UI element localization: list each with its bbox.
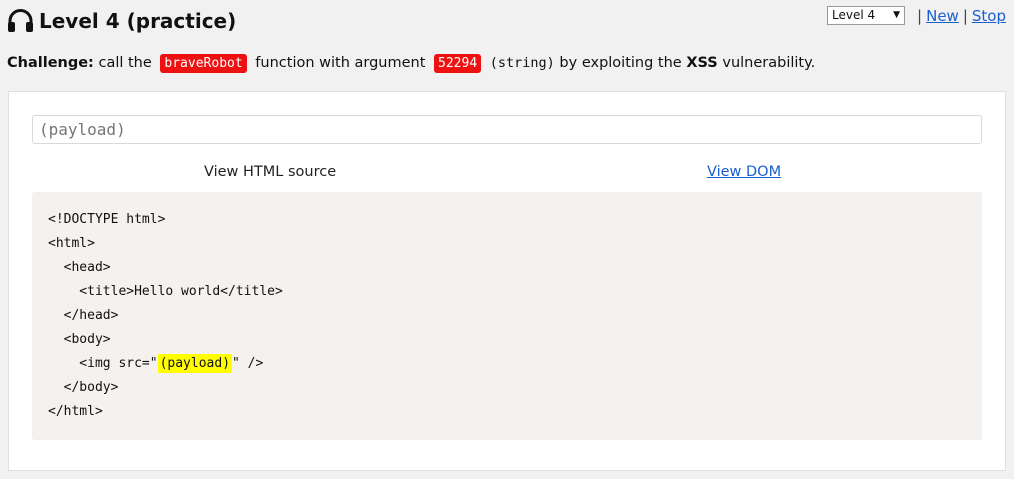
code-line: <html> [48,236,95,251]
argument-badge: 52294 [434,53,482,73]
separator: | [962,6,968,25]
challenge-label: Challenge: [7,55,94,71]
challenge-text: call the [93,55,157,71]
code-text: " /> [232,356,264,371]
challenge-text: function with argument [250,55,431,71]
headphones-icon [8,9,33,32]
level-select[interactable]: Level 4 ▼ [827,6,906,25]
code-line: <img src=" (payload) " /> [48,352,982,376]
code-line: </head> [48,308,119,323]
challenge-description: Challenge: call the braveRobot function … [7,52,815,74]
challenge-text: by exploiting the [554,55,687,71]
page-title: Level 4 (practice) [39,9,237,33]
page-header: Level 4 (practice) [7,5,236,37]
tab-html-source[interactable]: View HTML source [204,164,336,180]
code-line: <body> [48,332,111,347]
code-line: <!DOCTYPE html> [48,212,166,227]
new-link[interactable]: New [926,7,959,25]
argument-type: (string) [489,55,555,71]
code-line: <head> [48,260,111,275]
payload-input[interactable] [32,115,982,144]
payload-highlight: (payload) [157,354,233,373]
code-line: </body> [48,380,119,395]
level-select-value: Level 4 [832,8,876,22]
function-name-badge: braveRobot [160,53,247,73]
code-text: <img src=" [48,356,158,371]
tab-dom[interactable]: View DOM [707,164,781,180]
vulnerability-name: XSS [686,55,718,71]
html-source-view: <!DOCTYPE html> <html> <head> <title>Hel… [32,192,982,440]
challenge-panel: View HTML source View DOM <!DOCTYPE html… [8,91,1006,471]
code-line: <title>Hello world</title> [48,284,283,299]
challenge-text: vulnerability. [717,55,816,71]
top-controls: Level 4 ▼ | New | Stop [827,6,1006,25]
code-line: </html> [48,404,103,419]
separator: | [917,6,923,25]
stop-link[interactable]: Stop [972,7,1006,25]
dropdown-arrow-icon: ▼ [893,10,901,20]
